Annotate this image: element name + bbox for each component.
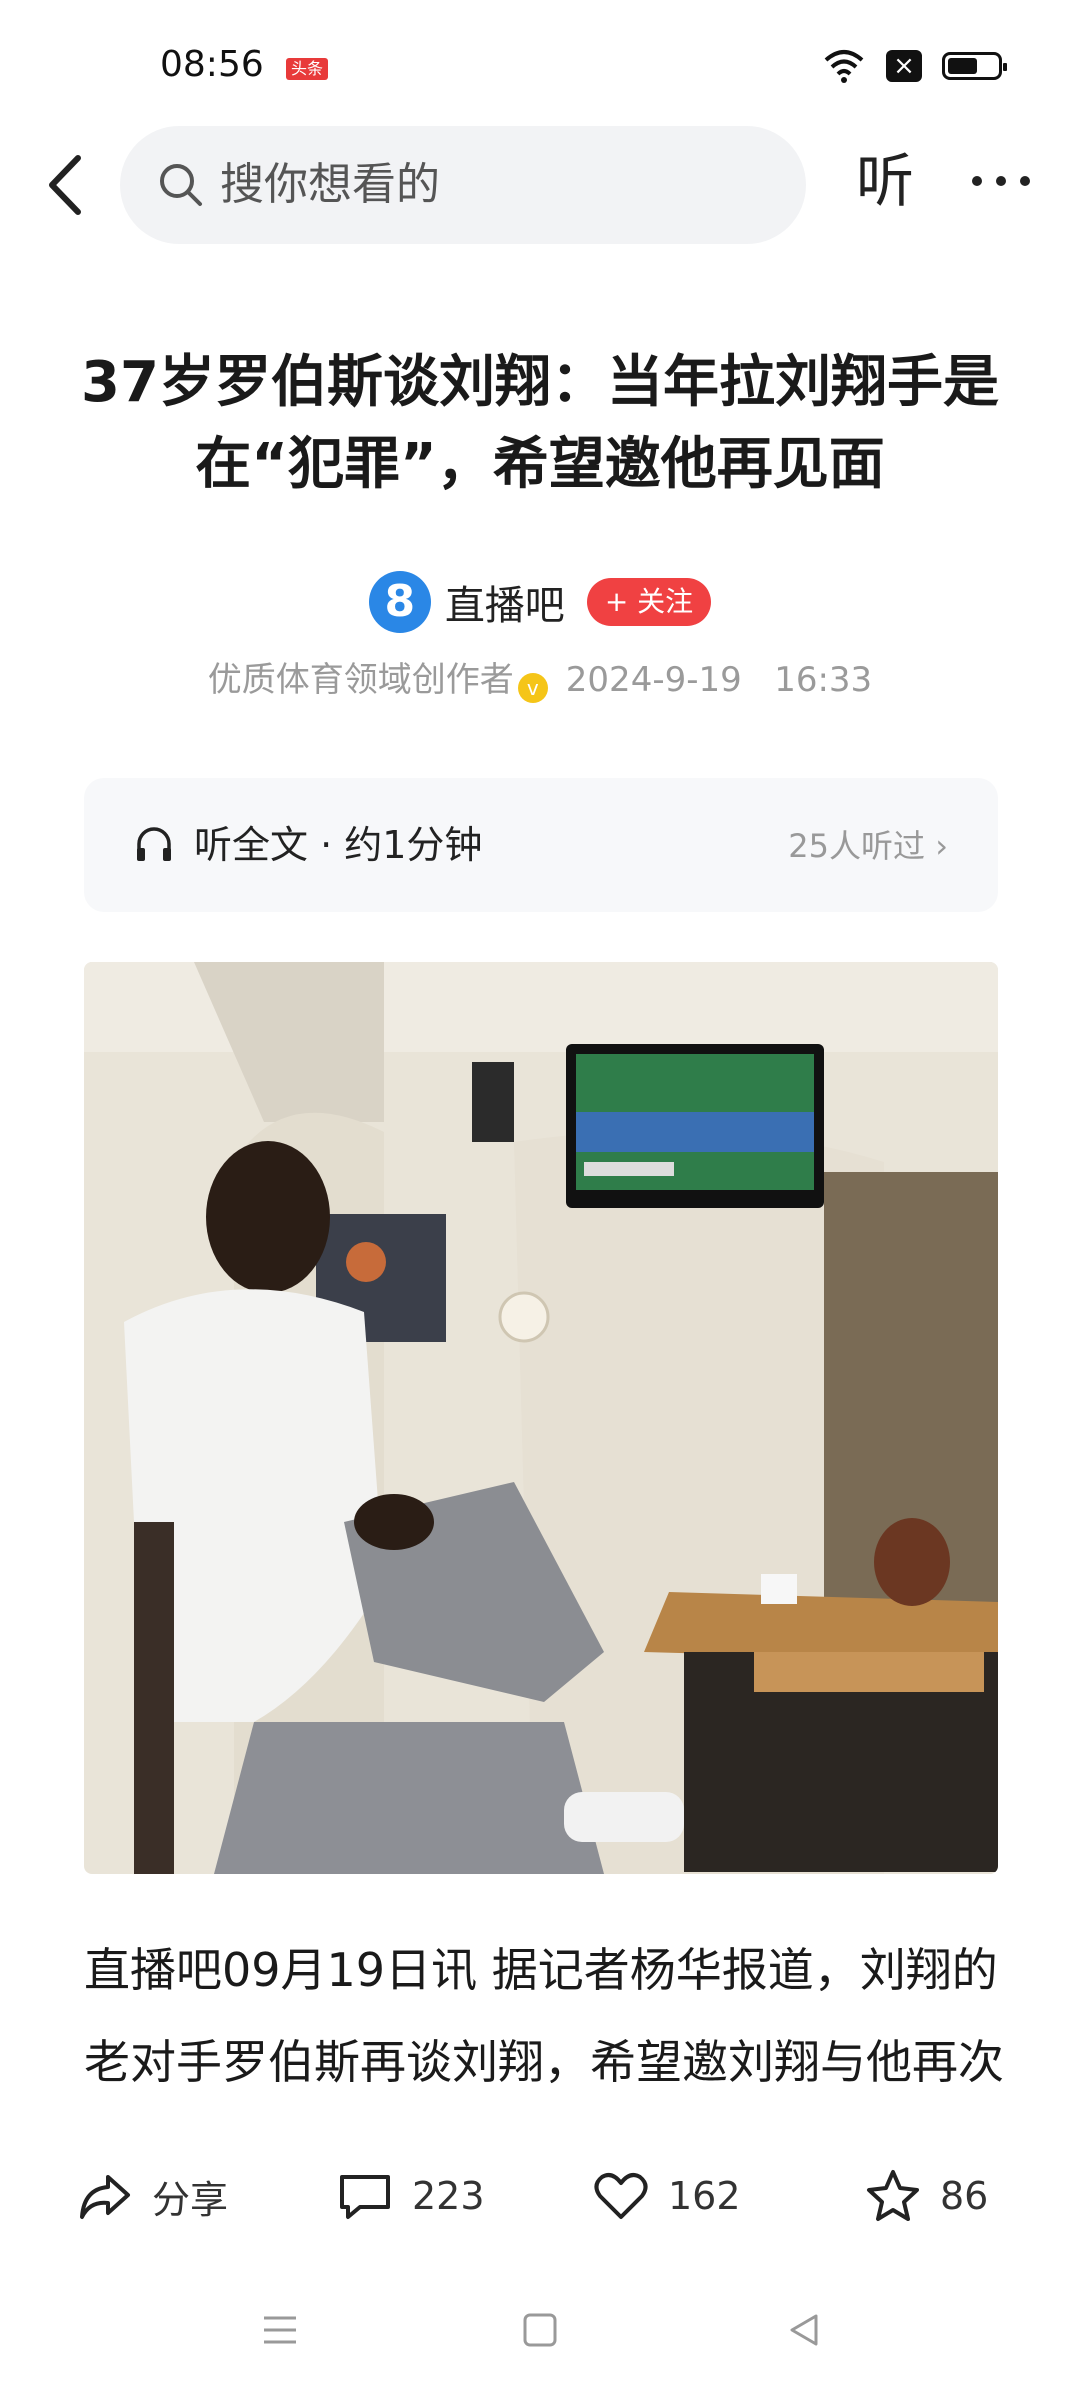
comment-count: 223 bbox=[412, 2174, 485, 2218]
author-avatar[interactable]: 8 bbox=[368, 571, 431, 633]
back-triangle-icon[interactable] bbox=[782, 2308, 826, 2352]
back-icon[interactable] bbox=[40, 150, 96, 220]
no-sim-icon: × bbox=[886, 50, 922, 82]
listen-label: 听全文 · 约1分钟 bbox=[194, 823, 483, 867]
system-nav-bar bbox=[0, 2264, 1080, 2400]
like-count: 162 bbox=[668, 2174, 741, 2218]
action-bar: 分享 223 162 86 bbox=[0, 2136, 1080, 2264]
follow-button[interactable]: + 关注 bbox=[586, 578, 712, 626]
comment-button[interactable]: 223 bbox=[336, 2166, 485, 2226]
publish-time: 16:33 bbox=[774, 660, 873, 700]
app-badge: 头条 bbox=[286, 58, 329, 80]
heart-icon bbox=[594, 2173, 648, 2219]
share-icon bbox=[80, 2175, 130, 2219]
top-nav: 搜你想看的 听 bbox=[0, 122, 1080, 246]
status-icons: × bbox=[822, 48, 1007, 84]
menu-icon[interactable] bbox=[258, 2308, 302, 2352]
status-time: 08:56 bbox=[160, 44, 264, 85]
article-meta: 优质体育领域创作者 v 2024-9-19 16:33 bbox=[0, 656, 1080, 704]
article-photo[interactable] bbox=[84, 962, 998, 1874]
headphone-icon bbox=[137, 827, 171, 861]
battery-icon bbox=[942, 52, 1007, 80]
favorite-button[interactable]: 86 bbox=[864, 2166, 988, 2226]
author-name[interactable]: 直播吧 bbox=[445, 573, 565, 631]
search-icon bbox=[160, 164, 202, 206]
article-headline: 37岁罗伯斯谈刘翔：当年拉刘翔手是在“犯罪”，希望邀他再见面 bbox=[81, 350, 999, 497]
search-input[interactable]: 搜你想看的 bbox=[120, 126, 806, 244]
status-bar: 08:56 头条 × bbox=[0, 0, 1080, 130]
share-label: 分享 bbox=[152, 2177, 229, 2222]
verified-icon: v bbox=[517, 673, 548, 703]
listen-button[interactable]: 听 bbox=[856, 146, 914, 216]
author-row: 8 直播吧 + 关注 bbox=[0, 566, 1080, 638]
favorite-count: 86 bbox=[940, 2174, 989, 2218]
publish-date: 2024-9-19 bbox=[565, 660, 742, 700]
wifi-icon bbox=[824, 50, 864, 83]
like-button[interactable]: 162 bbox=[592, 2166, 741, 2226]
home-icon[interactable] bbox=[518, 2308, 562, 2352]
listen-count[interactable]: 25人听过 › bbox=[788, 822, 948, 870]
comment-icon bbox=[340, 2175, 390, 2219]
search-placeholder: 搜你想看的 bbox=[220, 159, 440, 210]
share-button[interactable]: 分享 bbox=[76, 2166, 228, 2226]
more-icon[interactable] bbox=[968, 146, 1034, 216]
star-icon bbox=[867, 2170, 919, 2221]
author-title: 优质体育领域创作者 bbox=[207, 660, 514, 700]
listen-full-text-bar[interactable]: 听全文 · 约1分钟 25人听过 › bbox=[84, 778, 998, 912]
battery-level bbox=[948, 58, 977, 74]
article-body: 直播吧09月19日讯 据记者杨华报道，刘翔的老对手罗伯斯再谈刘翔，希望邀刘翔与他… bbox=[84, 1943, 1004, 2089]
